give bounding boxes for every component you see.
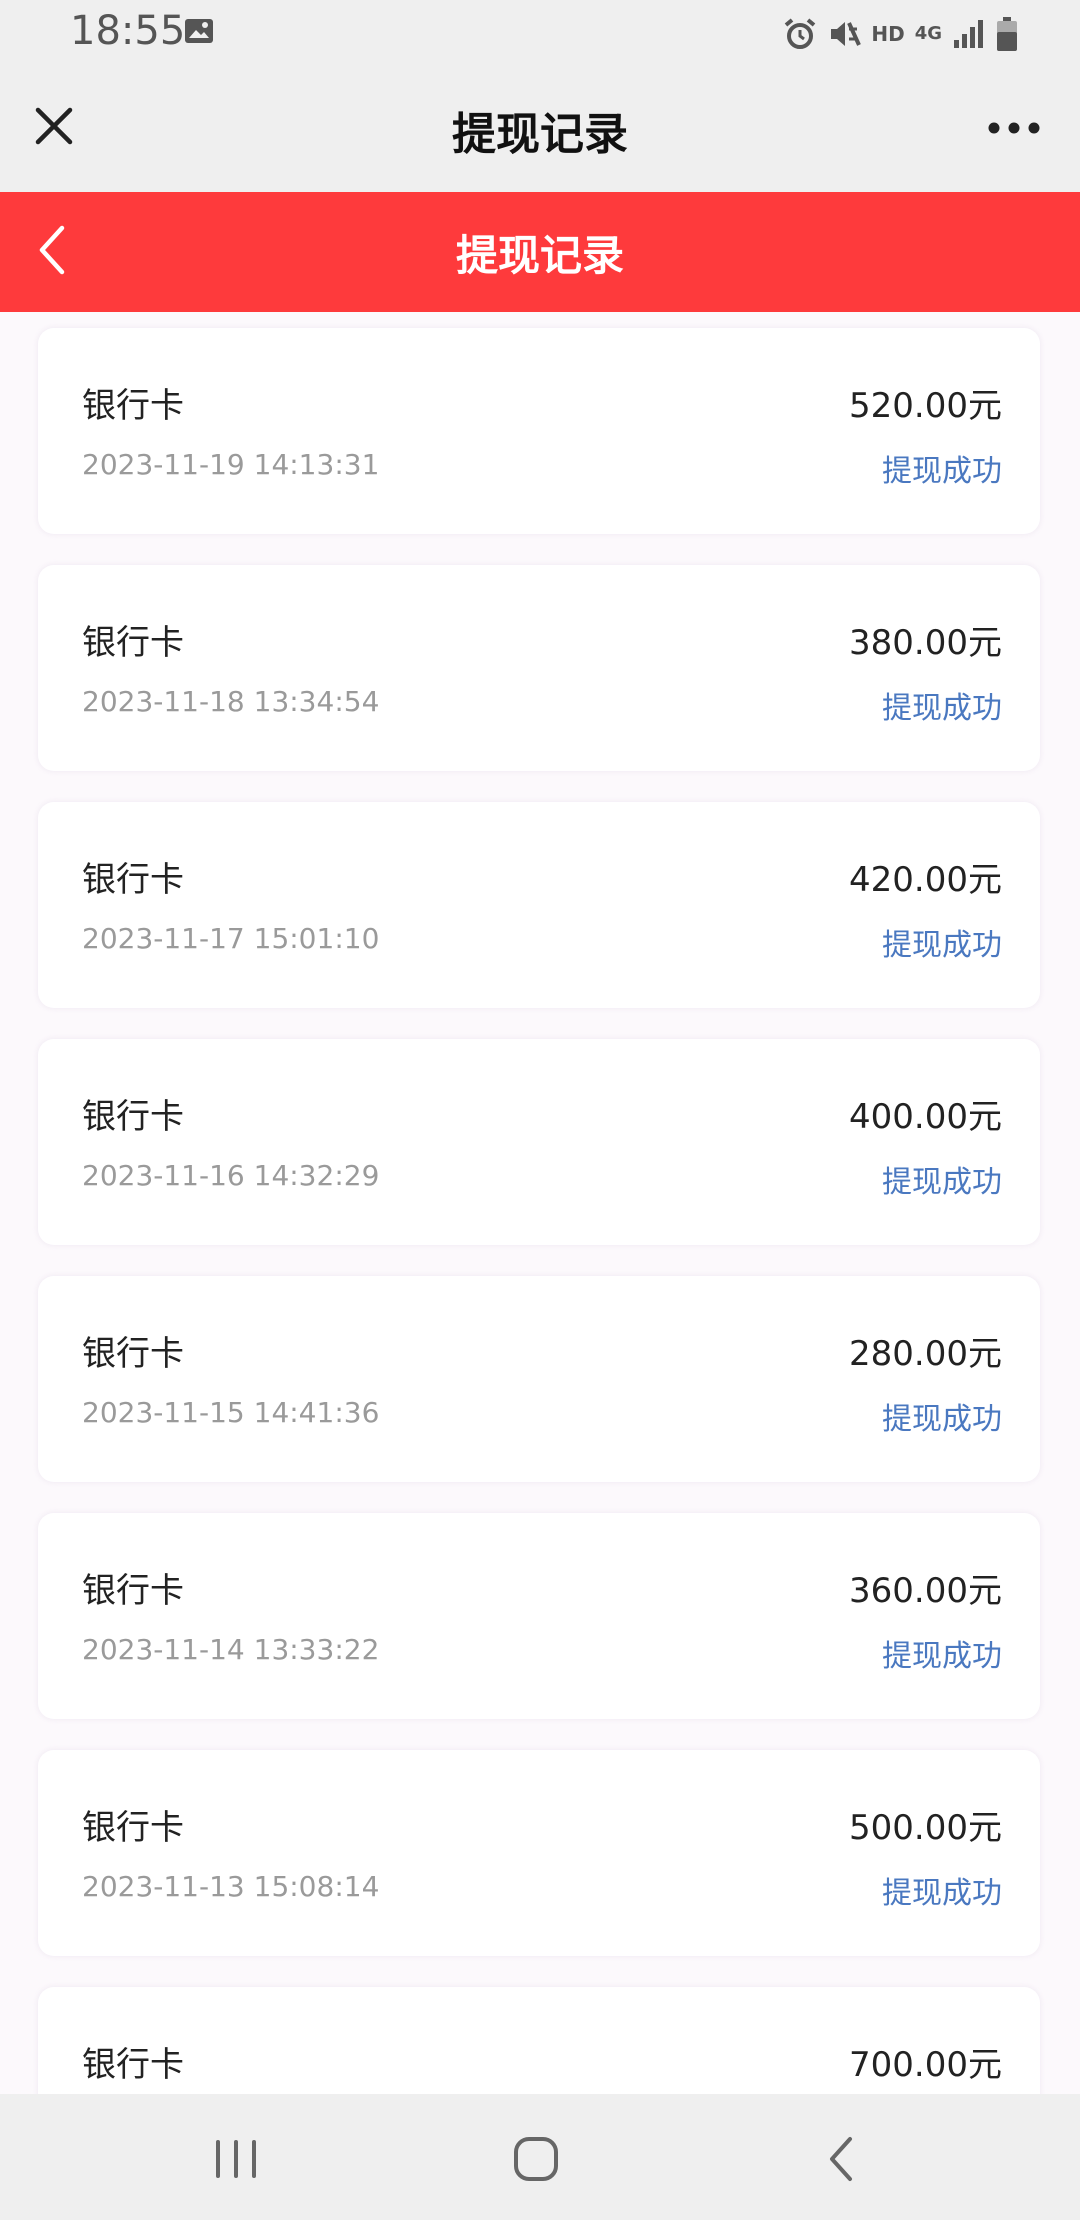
- record-method: 银行卡: [82, 623, 184, 663]
- record-item[interactable]: 银行卡 500.00元 2023-11-13 15:08:14 提现成功: [38, 1750, 1040, 1956]
- record-time: 2023-11-14 13:33:22: [82, 1633, 380, 1666]
- home-icon[interactable]: [506, 2134, 566, 2184]
- record-status: 提现成功: [882, 1639, 1002, 1674]
- record-amount: 400.00元: [849, 1097, 1002, 1137]
- record-amount: 520.00元: [849, 386, 1002, 426]
- record-status: 提现成功: [882, 1876, 1002, 1911]
- mute-icon: [831, 22, 862, 46]
- network-label: 4G: [914, 23, 942, 44]
- record-status: 提现成功: [882, 1165, 1002, 1200]
- record-item[interactable]: 银行卡 360.00元 2023-11-14 13:33:22 提现成功: [38, 1513, 1040, 1719]
- record-item[interactable]: 银行卡 400.00元 2023-11-16 14:32:29 提现成功: [38, 1039, 1040, 1245]
- status-time: 18:55: [70, 8, 186, 54]
- record-amount: 280.00元: [849, 1334, 1002, 1374]
- record-method: 银行卡: [82, 386, 184, 426]
- record-method: 银行卡: [82, 1334, 184, 1374]
- record-item[interactable]: 银行卡 420.00元 2023-11-17 15:01:10 提现成功: [38, 802, 1040, 1008]
- page-title: 提现记录: [455, 231, 624, 280]
- window-title: 提现记录: [452, 109, 628, 160]
- record-status: 提现成功: [882, 928, 1002, 963]
- record-time: 2023-11-18 13:34:54: [82, 685, 380, 718]
- withdrawal-record-list[interactable]: 银行卡 520.00元 2023-11-19 14:13:31 提现成功 银行卡…: [0, 312, 1080, 2094]
- battery-icon: [997, 17, 1017, 51]
- alarm-icon: [785, 18, 816, 49]
- record-amount: 380.00元: [849, 623, 1002, 663]
- record-time: 2023-11-19 14:13:31: [82, 448, 380, 481]
- record-method: 银行卡: [82, 1808, 184, 1848]
- record-time: 2023-11-13 15:08:14: [82, 1870, 380, 1903]
- status-bar: 18:55 HD 4G: [0, 0, 1080, 68]
- gallery-icon: [185, 19, 213, 43]
- record-status: 提现成功: [882, 691, 1002, 726]
- system-nav-bar: [0, 2094, 1080, 2220]
- record-item[interactable]: 银行卡 380.00元 2023-11-18 13:34:54 提现成功: [38, 565, 1040, 771]
- record-item[interactable]: 银行卡 520.00元 2023-11-19 14:13:31 提现成功: [38, 328, 1040, 534]
- more-icon[interactable]: [986, 116, 1042, 140]
- record-status: 提现成功: [882, 454, 1002, 489]
- record-time: 2023-11-16 14:32:29: [82, 1159, 380, 1192]
- record-item[interactable]: 银行卡 280.00元 2023-11-15 14:41:36 提现成功: [38, 1276, 1040, 1482]
- signal-icon: [954, 20, 983, 48]
- record-amount: 360.00元: [849, 1571, 1002, 1611]
- hd-label: HD: [871, 22, 905, 46]
- status-icons: HD 4G: [783, 12, 1018, 56]
- record-time: 2023-11-17 15:01:10: [82, 922, 380, 955]
- back-icon[interactable]: [812, 2134, 872, 2184]
- record-method: 银行卡: [82, 860, 184, 900]
- record-amount: 500.00元: [849, 1808, 1002, 1848]
- record-amount: 700.00元: [849, 2045, 1002, 2085]
- record-amount: 420.00元: [849, 860, 1002, 900]
- page-header: 提现记录: [0, 192, 1080, 312]
- record-time: 2023-11-15 14:41:36: [82, 1396, 380, 1429]
- record-method: 银行卡: [82, 1097, 184, 1137]
- record-method: 银行卡: [82, 2045, 184, 2085]
- record-method: 银行卡: [82, 1571, 184, 1611]
- record-status: 提现成功: [882, 1402, 1002, 1437]
- title-bar: 提现记录: [0, 68, 1080, 192]
- record-item[interactable]: 银行卡 700.00元: [38, 1987, 1040, 2094]
- recent-apps-icon[interactable]: [206, 2134, 266, 2184]
